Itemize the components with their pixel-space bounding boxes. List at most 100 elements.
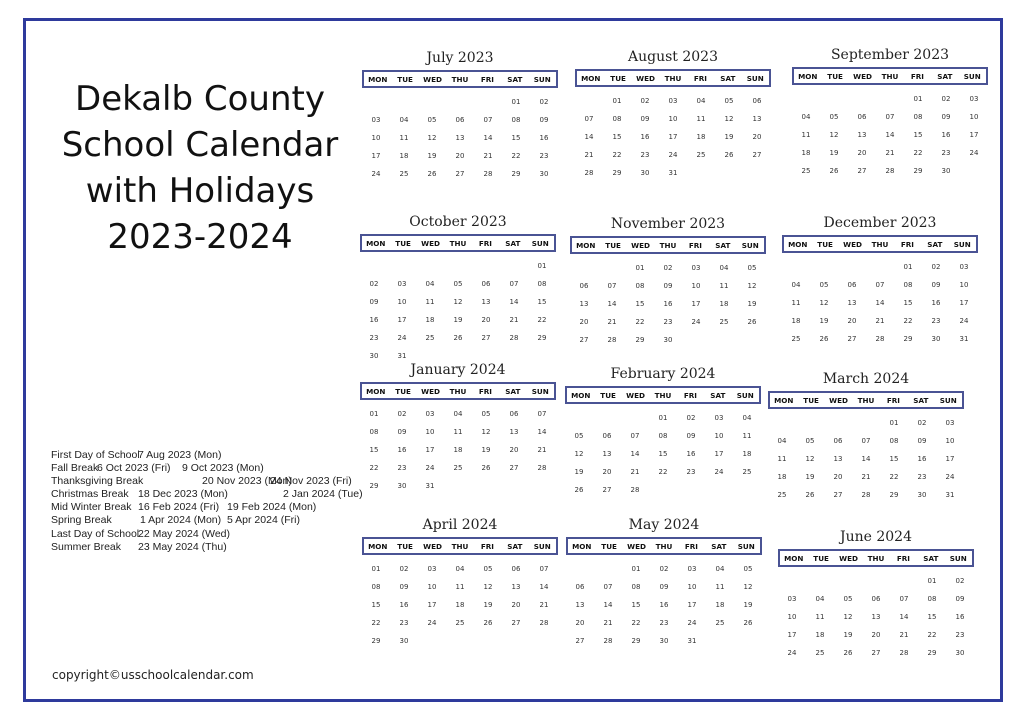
day-cell: 14	[483, 134, 493, 142]
day-cell: 23	[955, 631, 965, 639]
day-cell: 27	[511, 619, 521, 627]
day-cell: 08	[635, 282, 645, 290]
day-cell: 03	[959, 263, 969, 271]
weekday-label: SAT	[507, 541, 523, 551]
empty-cell	[890, 572, 918, 590]
day-cell: 01	[913, 95, 923, 103]
day-cell: 08	[903, 281, 913, 289]
day-cell: 25	[715, 619, 725, 627]
day-cell: 16	[397, 446, 407, 454]
month-calendar: September 2023 MON TUE WED THU FRI SAT SUN 01 02 0…	[792, 45, 988, 180]
day-cell: 28	[509, 334, 519, 342]
weekday-label: MON	[368, 74, 388, 84]
weekday-label: MON	[784, 553, 804, 563]
weekday-label: TUE	[601, 541, 617, 551]
month-calendar: June 2024 MON TUE WED THU FRI SAT SUN 01 02 03 04 05…	[778, 527, 974, 662]
weekday-label: SUN	[531, 238, 549, 248]
day-cell: 31	[687, 637, 697, 645]
month-title: April 2024	[422, 517, 498, 533]
day-cell: 24	[969, 149, 979, 157]
weekday-label: WED	[421, 386, 440, 396]
weekday-header: MON TUE WED THU FRI SAT SUN	[792, 67, 988, 85]
day-cell: 11	[815, 613, 825, 621]
day-cell: 25	[742, 468, 752, 476]
day-cell: 03	[714, 414, 724, 422]
weekday-label: FRI	[693, 73, 707, 83]
day-cell: 21	[483, 152, 493, 160]
day-cell: 22	[889, 473, 899, 481]
day-cell: 05	[574, 432, 584, 440]
day-cell: 28	[630, 486, 640, 494]
weekday-label: THU	[867, 553, 885, 563]
holiday-start-date: 22 May 2024 (Wed)	[138, 527, 231, 540]
day-cell: 01	[612, 97, 622, 105]
holiday-start-date: 18 Dec 2023 (Mon)	[138, 488, 228, 501]
day-cell: 13	[481, 298, 491, 306]
weekday-label: MON	[774, 395, 794, 405]
empty-cell	[866, 258, 894, 276]
day-cell: 17	[714, 450, 724, 458]
day-cell: 03	[945, 419, 955, 427]
weekday-label: MON	[572, 541, 592, 551]
day-cell: 02	[663, 264, 673, 272]
day-cell: 06	[455, 116, 465, 124]
weekday-label: THU	[449, 238, 467, 248]
day-cell: 12	[574, 450, 584, 458]
weekday-label: TUE	[397, 541, 413, 551]
weekday-label: THU	[451, 541, 469, 551]
day-cell: 30	[640, 169, 650, 177]
day-cell: 25	[399, 170, 409, 178]
weekday-label: THU	[871, 239, 889, 249]
day-cell: 13	[511, 583, 521, 591]
day-cell: 10	[691, 282, 701, 290]
weekday-label: THU	[449, 386, 467, 396]
empty-cell	[444, 257, 472, 275]
month-title: December 2023	[823, 215, 937, 231]
day-cell: 07	[861, 437, 871, 445]
weekday-label: SAT	[937, 71, 953, 81]
weekday-label: THU	[655, 541, 673, 551]
weekday-label: TUE	[605, 240, 621, 250]
empty-cell	[418, 93, 446, 111]
day-cell: 04	[399, 116, 409, 124]
holiday-label: First Day of School	[51, 449, 140, 461]
day-cell: 15	[658, 450, 668, 458]
day-cell: 05	[483, 565, 493, 573]
day-cell: 09	[931, 281, 941, 289]
day-cell: 14	[630, 450, 640, 458]
day-cell: 23	[659, 619, 669, 627]
day-cell: 09	[397, 428, 407, 436]
day-cell: 16	[369, 316, 379, 324]
day-cell: 25	[455, 619, 465, 627]
day-cell: 24	[668, 151, 678, 159]
day-cell: 30	[917, 491, 927, 499]
day-cell: 20	[847, 317, 857, 325]
day-cell: 18	[791, 317, 801, 325]
empty-cell	[388, 257, 416, 275]
day-cell: 14	[584, 133, 594, 141]
page-title: Dekalb County School Calendar with Holid…	[40, 76, 360, 260]
weekday-label: WED	[839, 553, 858, 563]
day-cell: 11	[719, 282, 729, 290]
empty-cell	[806, 572, 834, 590]
weekday-label: TUE	[395, 238, 411, 248]
month-calendar: May 2024 MON TUE WED THU FRI SAT SUN 01 02 03 04 05 0…	[566, 515, 762, 650]
day-cell: 29	[903, 335, 913, 343]
weekday-header: MON TUE WED THU FRI SAT SUN	[778, 549, 974, 567]
day-cell: 30	[397, 482, 407, 490]
day-cell: 19	[481, 446, 491, 454]
day-cell: 13	[752, 115, 762, 123]
day-cell: 17	[959, 299, 969, 307]
weekday-label: THU	[881, 71, 899, 81]
day-cell: 28	[875, 335, 885, 343]
weekday-header: MON TUE WED THU FRI SAT SUN	[362, 537, 558, 555]
day-cell: 24	[787, 649, 797, 657]
day-cell: 08	[631, 583, 641, 591]
day-cell: 11	[777, 455, 787, 463]
day-cell: 15	[631, 601, 641, 609]
day-cell: 25	[696, 151, 706, 159]
day-cell: 22	[369, 464, 379, 472]
weekday-label: TUE	[600, 390, 616, 400]
day-cell: 08	[537, 280, 547, 288]
day-cell: 22	[631, 619, 641, 627]
